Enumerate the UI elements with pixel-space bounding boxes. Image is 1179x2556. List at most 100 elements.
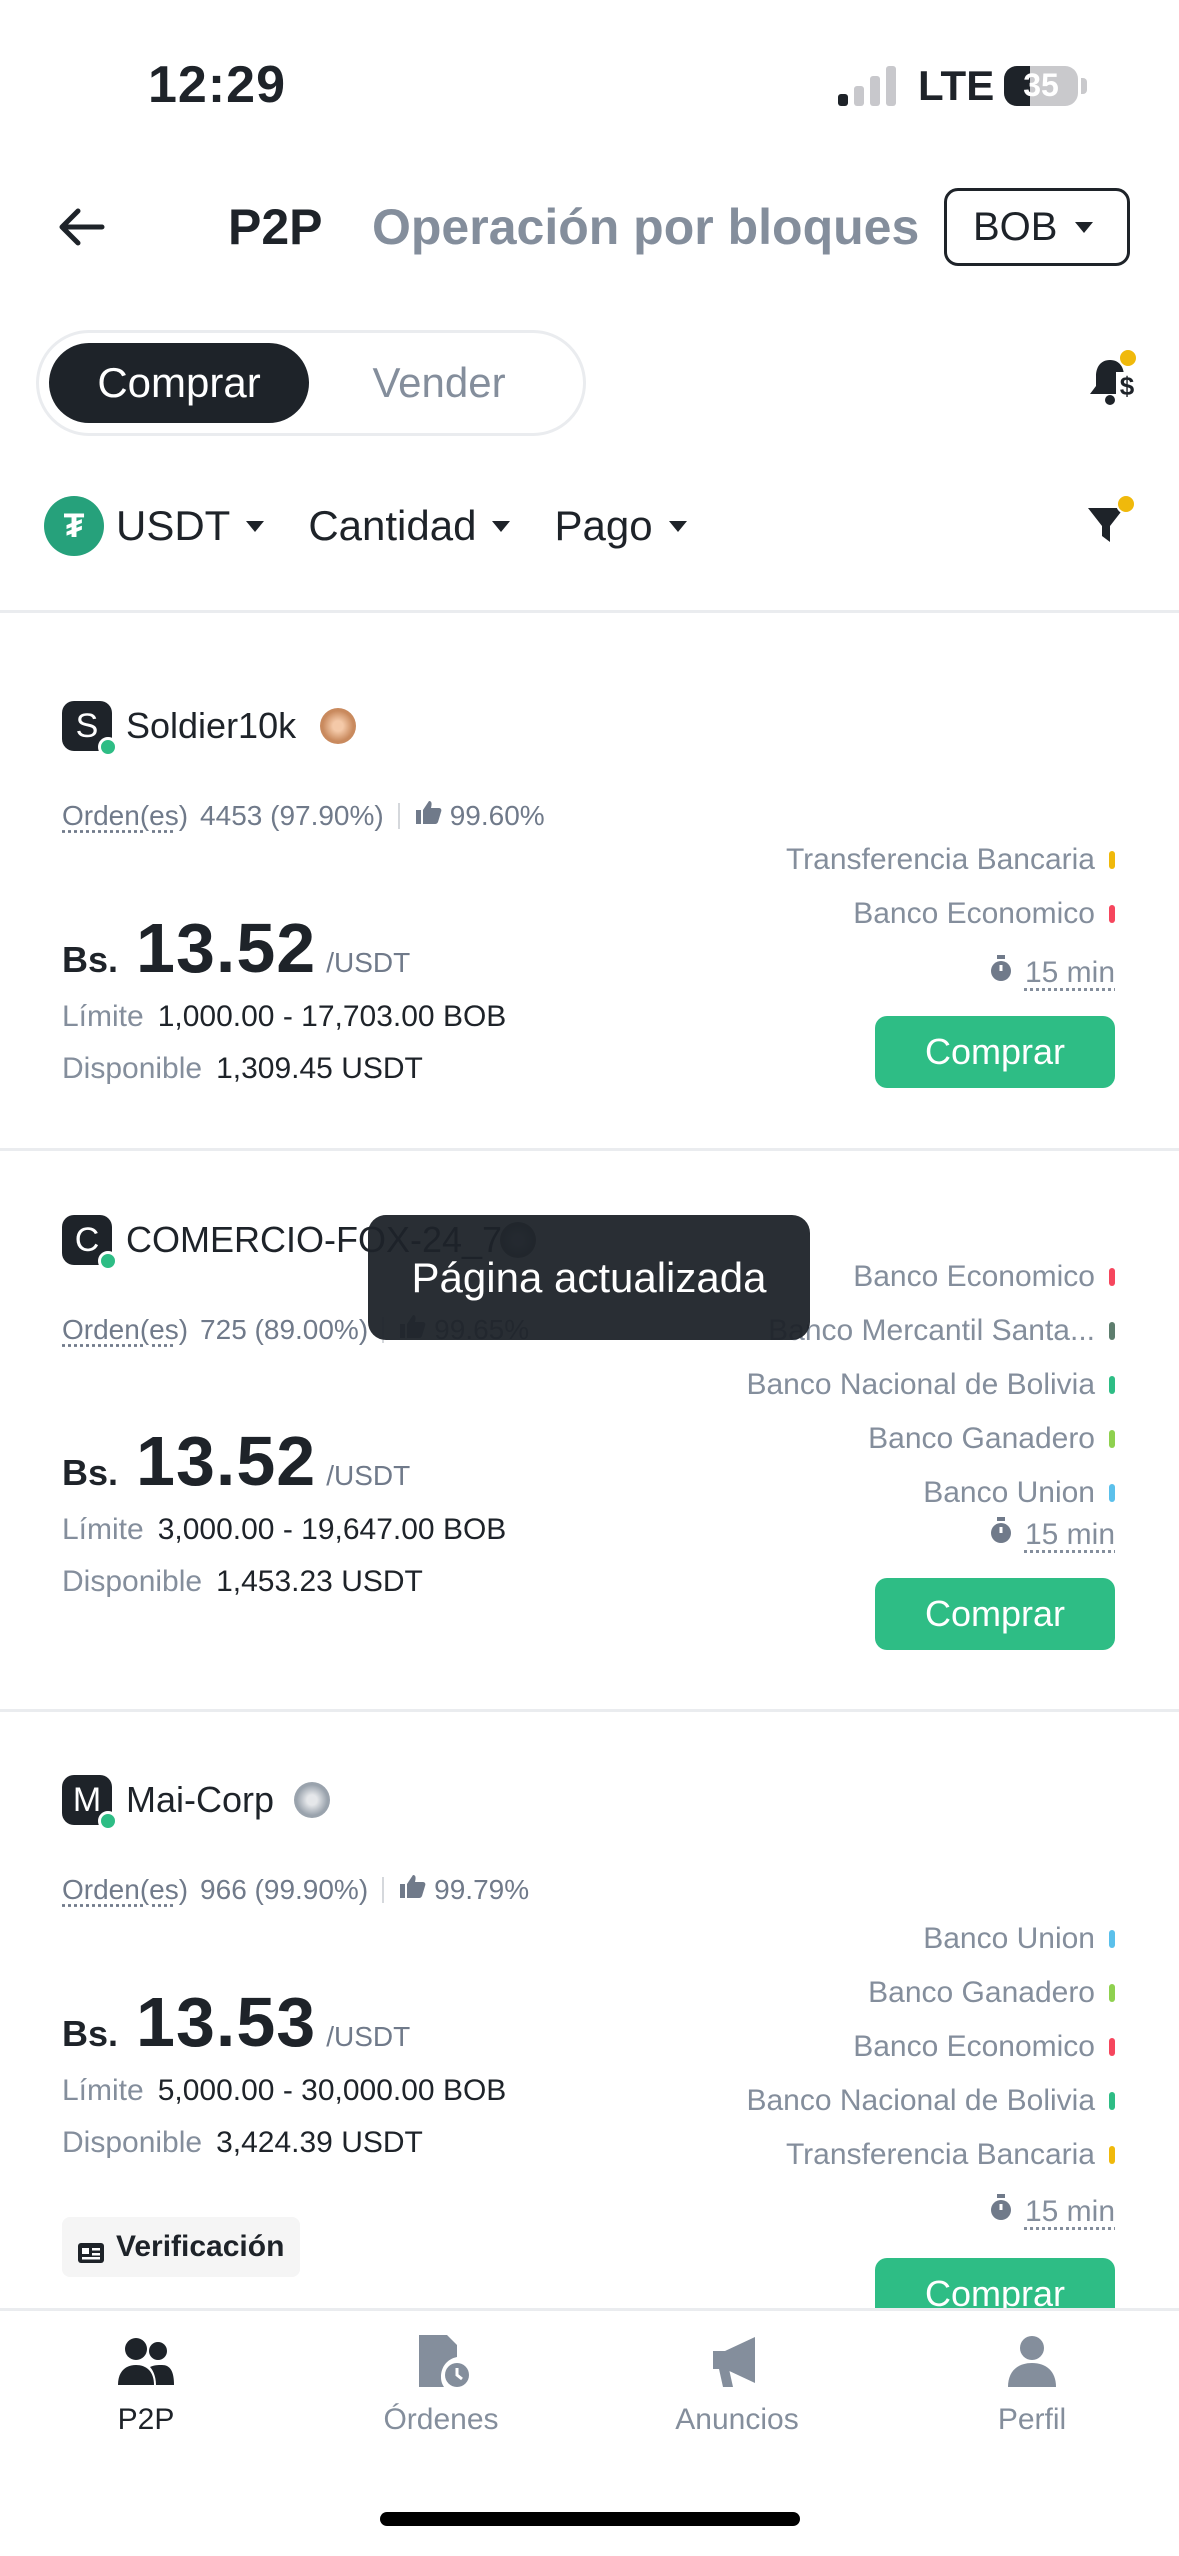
payment-method-label: Banco Economico <box>853 897 1095 930</box>
payment-method-label: Banco Ganadero <box>868 1422 1095 1455</box>
payment-color-bar <box>1109 1322 1115 1340</box>
payment-color-bar <box>1109 1430 1115 1448</box>
chevron-down-icon <box>668 520 687 532</box>
sell-tab[interactable]: Vender <box>329 343 549 423</box>
person-icon <box>1008 2336 1056 2387</box>
toast-message: Página actualizada <box>368 1215 810 1340</box>
stats-separator <box>397 802 400 829</box>
thumbs-up-icon <box>414 799 442 832</box>
available-value: 3,424.39 USDT <box>216 2126 423 2159</box>
tab-p2p[interactable]: P2P <box>228 198 323 256</box>
amount-label: Cantidad <box>308 502 477 549</box>
payment-method-label: Banco Nacional de Bolivia <box>746 1368 1095 1401</box>
avatar: C <box>62 1215 118 1271</box>
signal-icon <box>838 66 902 106</box>
funnel-icon[interactable] <box>1084 494 1136 548</box>
payment-method-label: Banco Ganadero <box>868 1976 1095 2009</box>
time-limit-value[interactable]: 15 min <box>1025 1518 1115 1552</box>
available-row: Disponible 1,309.45 USDT <box>62 1052 423 1086</box>
back-arrow-icon[interactable] <box>54 200 108 254</box>
divider <box>0 1709 1179 1712</box>
bell-dollar-icon[interactable]: $ <box>1086 348 1138 408</box>
price-value: 13.52 <box>136 1422 317 1500</box>
orders-label[interactable]: Orden(es) <box>62 1874 188 1906</box>
payment-method-label: Transferencia Bancaria <box>785 2138 1095 2171</box>
payment-color-bar <box>1109 905 1115 923</box>
available-label: Disponible <box>62 1565 203 1598</box>
limit-value: 1,000.00 - 17,703.00 BOB <box>157 1000 507 1033</box>
merchant-name[interactable]: Soldier10k <box>126 705 296 747</box>
price-unit: /USDT <box>326 2021 411 2052</box>
time-limit-value[interactable]: 15 min <box>1025 2195 1115 2229</box>
orders-label[interactable]: Orden(es) <box>62 800 188 832</box>
asset-filter[interactable]: ₮ USDT <box>44 496 265 556</box>
payment-method: Banco Nacional de Bolivia <box>746 1368 1115 1402</box>
usdt-logo-icon: ₮ <box>44 496 104 556</box>
status-time: 12:29 <box>148 56 286 114</box>
online-status-dot <box>98 1251 118 1271</box>
asset-label: USDT <box>116 502 231 549</box>
nav-label: P2P <box>117 2403 175 2436</box>
stats-separator <box>382 1876 385 1903</box>
nav-label: Órdenes <box>383 2403 499 2436</box>
merchant-badge-icon <box>320 708 356 744</box>
id-card-icon <box>78 2237 104 2263</box>
avatar-initial: M <box>72 1780 102 1819</box>
limit-label: Límite <box>62 1000 144 1033</box>
chevron-down-icon <box>492 520 511 532</box>
payment-color-bar <box>1109 1376 1115 1394</box>
price-value: 13.53 <box>136 1983 317 2061</box>
merchant-stats: Orden(es) 966 (99.90%) 99.79% <box>62 1873 529 1906</box>
amount-filter[interactable]: Cantidad <box>308 502 511 550</box>
divider <box>0 1148 1179 1151</box>
price-row: Bs. 13.52 /USDT <box>62 1421 410 1501</box>
payment-method-label: Banco Nacional de Bolivia <box>746 2084 1095 2117</box>
payment-color-bar <box>1109 2092 1115 2110</box>
avatar-initial: S <box>75 706 99 745</box>
orders-count: 966 (99.90%) <box>200 1873 369 1905</box>
limit-row: Límite 1,000.00 - 17,703.00 BOB <box>62 1000 506 1034</box>
chevron-down-icon <box>1075 221 1094 233</box>
fiat-currency-label: BOB <box>973 204 1058 249</box>
payment-method: Banco Ganadero <box>868 1976 1115 2010</box>
buy-button[interactable]: Comprar <box>875 1016 1115 1088</box>
nav-item-orders[interactable]: Órdenes <box>341 2333 541 2437</box>
limit-row: Límite 5,000.00 - 30,000.00 BOB <box>62 2074 506 2108</box>
payment-color-bar <box>1109 851 1115 869</box>
divider <box>0 610 1179 613</box>
chevron-down-icon <box>246 520 265 532</box>
price-currency: Bs. <box>62 939 119 980</box>
thumbs-up-icon <box>398 1873 426 1906</box>
avatar: M <box>62 1775 118 1831</box>
available-row: Disponible 3,424.39 USDT <box>62 2126 423 2160</box>
nav-item-p2p[interactable]: P2P <box>46 2333 246 2437</box>
payment-filter[interactable]: Pago <box>554 502 687 550</box>
payment-time-limit: 15 min <box>989 1517 1115 1553</box>
orders-label[interactable]: Orden(es) <box>62 1314 188 1346</box>
users-icon <box>118 2338 174 2385</box>
payment-method: Banco Ganadero <box>868 1422 1115 1456</box>
payment-method-label: Banco Economico <box>853 1260 1095 1293</box>
limit-label: Límite <box>62 1513 144 1546</box>
avatar: S <box>62 701 118 757</box>
payment-method: Banco Economico <box>853 897 1115 931</box>
nav-item-profile[interactable]: Perfil <box>932 2333 1132 2437</box>
payment-method: Transferencia Bancaria <box>786 843 1115 877</box>
buy-button[interactable]: Comprar <box>875 1578 1115 1650</box>
limit-value: 3,000.00 - 19,647.00 BOB <box>157 1513 507 1546</box>
time-limit-value[interactable]: 15 min <box>1025 956 1115 990</box>
payment-method: Banco Economico <box>853 2030 1115 2064</box>
price-unit: /USDT <box>326 947 411 978</box>
buy-tab[interactable]: Comprar <box>49 343 309 423</box>
price-value: 13.52 <box>136 909 317 987</box>
price-row: Bs. 13.52 /USDT <box>62 908 410 988</box>
buy-sell-toggle: Comprar Vender <box>36 330 586 436</box>
merchant-name[interactable]: Mai-Corp <box>126 1779 274 1821</box>
fiat-currency-selector[interactable]: BOB <box>944 188 1130 266</box>
payment-method-label: Banco Union <box>923 1922 1095 1955</box>
tab-block-trading[interactable]: Operación por bloques <box>372 198 928 256</box>
nav-item-ads[interactable]: Anuncios <box>637 2333 837 2437</box>
home-indicator[interactable] <box>380 2512 800 2526</box>
stopwatch-icon <box>989 1517 1013 1553</box>
price-unit: /USDT <box>326 1460 411 1491</box>
